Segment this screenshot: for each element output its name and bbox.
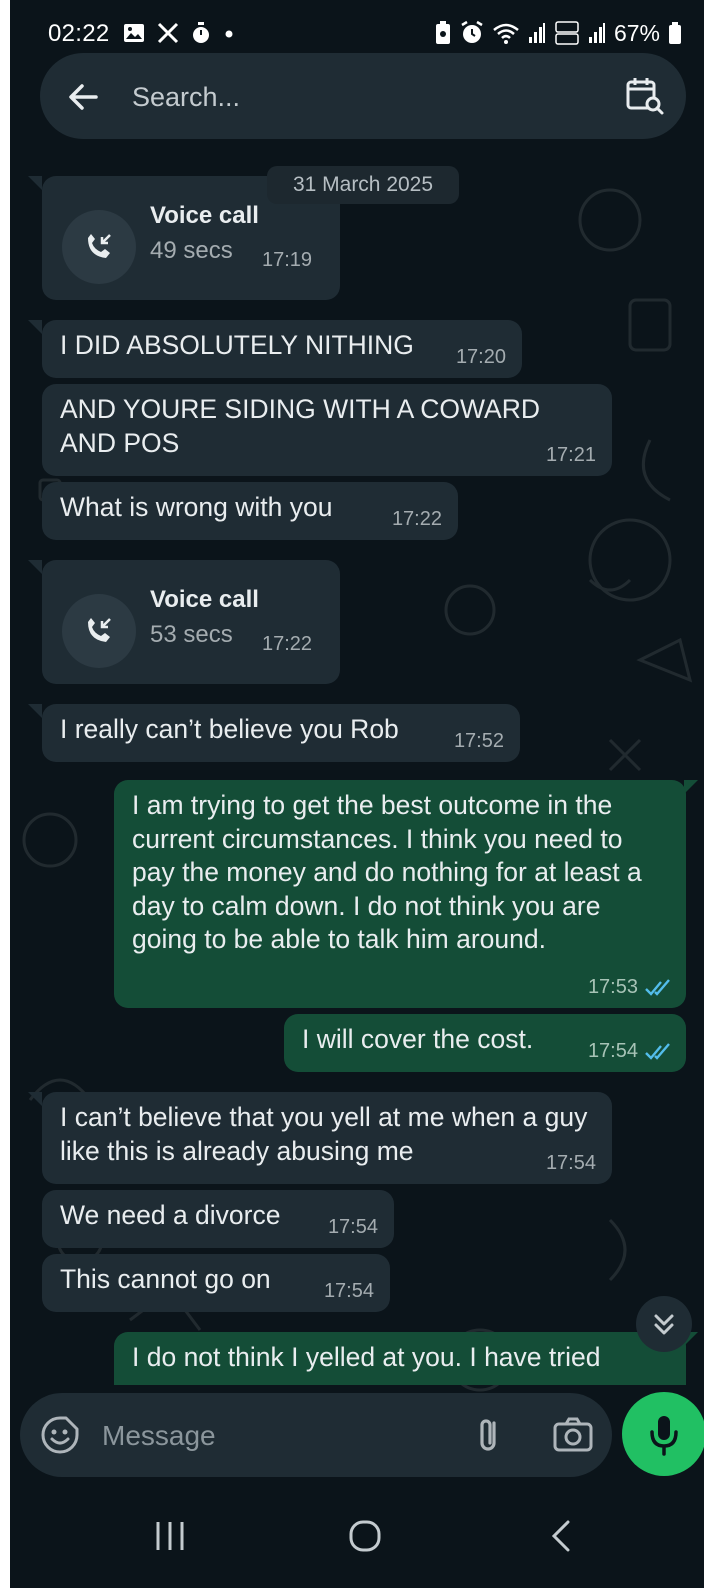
home-icon[interactable] — [347, 1518, 383, 1554]
incoming-message[interactable]: AND YOURE SIDING WITH A COWARD AND POS 1… — [42, 384, 612, 476]
read-ticks-icon — [645, 979, 670, 996]
call-title: Voice call — [150, 202, 259, 229]
message-time: 17:21 — [545, 444, 596, 466]
outgoing-message[interactable]: I do not think I yelled at you. I have t… — [114, 1332, 686, 1385]
calendar-search-icon[interactable] — [622, 73, 666, 117]
message-time: 17:19 — [262, 249, 313, 271]
bubble-tail — [28, 560, 42, 574]
call-title: Voice call — [150, 586, 259, 613]
message-text: I will cover the cost. — [302, 1024, 534, 1054]
x-icon — [157, 22, 179, 44]
scroll-to-bottom-button[interactable] — [636, 1296, 692, 1352]
chat-messages[interactable]: Voice call 49 secs 17:19 31 March 2025 I… — [10, 140, 704, 1385]
incoming-message[interactable]: What is wrong with you 17:22 — [42, 482, 458, 540]
image-icon — [124, 24, 144, 42]
signal-icon — [588, 23, 605, 43]
search-bar — [40, 53, 686, 139]
navigation-bar — [10, 1488, 704, 1588]
status-bar: 02:22 67% — [10, 0, 704, 58]
back-arrow-icon[interactable] — [62, 75, 106, 119]
message-time: 17:22 — [262, 633, 313, 655]
volte-lte2-icon — [555, 21, 579, 45]
message-time: 17:53 — [587, 976, 638, 998]
incoming-call-icon — [88, 234, 111, 258]
phone-screen: 02:22 67% Voice c — [10, 0, 704, 1588]
battery-icon — [669, 22, 681, 44]
attach-paperclip-icon[interactable] — [470, 1413, 510, 1457]
dot-icon — [225, 30, 233, 38]
message-text: I DID ABSOLUTELY NITHING — [60, 330, 414, 360]
incoming-call-icon — [88, 618, 111, 642]
message-composer — [20, 1393, 612, 1477]
bubble-tail — [28, 704, 42, 718]
call-duration: 53 secs — [150, 621, 233, 648]
message-text: This cannot go on — [60, 1264, 271, 1294]
read-ticks-icon — [645, 1043, 670, 1060]
message-text: I am trying to get the best outcome in t… — [132, 790, 642, 954]
message-text: What is wrong with you — [60, 492, 333, 522]
incoming-message[interactable]: This cannot go on 17:54 — [42, 1254, 390, 1312]
outgoing-message[interactable]: I will cover the cost. 17:54 — [284, 1014, 686, 1072]
incoming-message[interactable]: I can’t believe that you yell at me when… — [42, 1092, 612, 1184]
incoming-message[interactable]: I really can’t believe you Rob 17:52 — [42, 704, 520, 762]
status-left-icons — [122, 20, 236, 46]
message-time: 17:54 — [327, 1216, 378, 1238]
call-icon-circle — [62, 210, 136, 284]
voice-record-button[interactable] — [622, 1392, 704, 1476]
date-separator: 31 March 2025 — [267, 166, 459, 204]
outgoing-message[interactable]: I am trying to get the best outcome in t… — [114, 780, 686, 1008]
bubble-tail — [28, 320, 42, 334]
message-time: 17:52 — [453, 730, 504, 752]
wifi-icon — [493, 23, 519, 44]
search-input[interactable] — [130, 77, 584, 117]
message-time: 17:54 — [545, 1152, 596, 1174]
alarm-icon — [461, 20, 483, 43]
message-time: 17:54 — [587, 1040, 638, 1062]
message-text: I really can’t believe you Rob — [60, 714, 399, 744]
bubble-tail — [28, 176, 42, 190]
sticker-emoji-icon[interactable] — [38, 1413, 82, 1457]
message-text: I do not think I yelled at you. I have t… — [132, 1342, 601, 1372]
message-input[interactable] — [100, 1416, 444, 1456]
recent-apps-icon[interactable] — [150, 1518, 190, 1554]
bubble-tail — [28, 1092, 42, 1106]
message-text: I can’t believe that you yell at me when… — [60, 1102, 588, 1166]
message-time: 17:54 — [323, 1280, 374, 1302]
message-time: 17:22 — [391, 508, 442, 530]
voice-call-card[interactable]: Voice call 53 secs 17:22 — [42, 560, 340, 684]
back-chevron-icon[interactable] — [546, 1516, 576, 1556]
status-right-icons: 67% — [434, 18, 682, 48]
double-chevron-down-icon — [654, 1314, 674, 1335]
message-time: 17:20 — [455, 346, 506, 368]
microphone-icon — [650, 1416, 678, 1456]
stopwatch-icon — [193, 22, 209, 43]
message-text: We need a divorce — [60, 1200, 281, 1230]
status-time: 02:22 — [48, 20, 110, 47]
signal-icon — [528, 23, 545, 43]
incoming-message[interactable]: We need a divorce 17:54 — [42, 1190, 394, 1248]
call-icon-circle — [62, 594, 136, 668]
bubble-tail — [684, 780, 698, 794]
battery-percent: 67% — [613, 19, 660, 46]
battery-saver-icon — [435, 21, 450, 44]
call-duration: 49 secs — [150, 237, 233, 264]
camera-icon[interactable] — [550, 1413, 596, 1457]
incoming-message[interactable]: I DID ABSOLUTELY NITHING 17:20 — [42, 320, 522, 378]
message-text: AND YOURE SIDING WITH A COWARD AND POS — [60, 394, 540, 458]
